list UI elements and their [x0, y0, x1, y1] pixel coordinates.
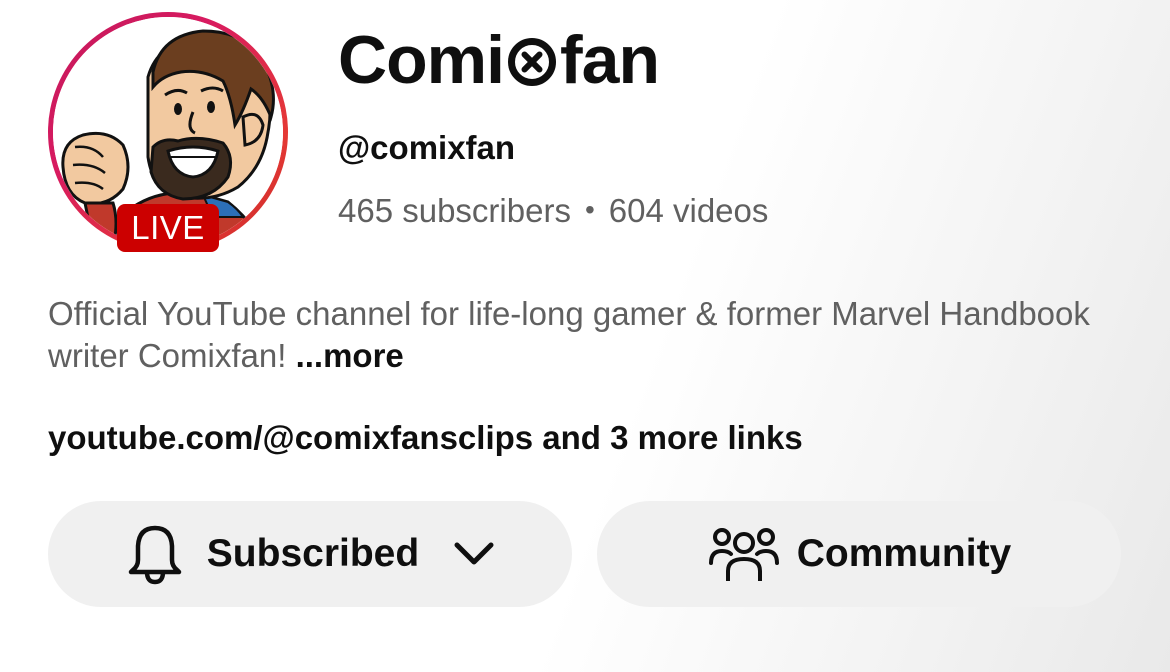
channel-links[interactable]: youtube.com/@comixfansclips and 3 more l… — [48, 417, 803, 459]
live-badge: LIVE — [117, 204, 219, 252]
channel-name-left: Comi — [338, 22, 505, 98]
circle-x-icon — [507, 37, 557, 87]
channel-description[interactable]: Official YouTube channel for life-long g… — [48, 293, 1128, 377]
channel-name: Comi fan — [338, 20, 660, 100]
subscribed-button[interactable]: Subscribed — [48, 501, 572, 607]
community-label: Community — [796, 532, 1012, 575]
channel-name-right: fan — [560, 22, 660, 98]
channel-stats: 465 subscribers • 604 videos — [338, 191, 768, 233]
channel-handle: @comixfan — [338, 129, 516, 166]
chevron-down-icon[interactable] — [453, 541, 495, 567]
bell-icon — [128, 525, 182, 585]
subscriber-count: 465 subscribers — [338, 192, 571, 229]
people-icon — [708, 528, 779, 581]
more-link[interactable]: ...more — [296, 337, 404, 374]
description-text: Official YouTube channel for life-long g… — [48, 295, 1090, 374]
subscribed-label: Subscribed — [206, 532, 420, 575]
community-button[interactable]: Community — [597, 501, 1121, 607]
video-count: 604 videos — [608, 192, 769, 229]
stats-separator: • — [584, 194, 595, 225]
